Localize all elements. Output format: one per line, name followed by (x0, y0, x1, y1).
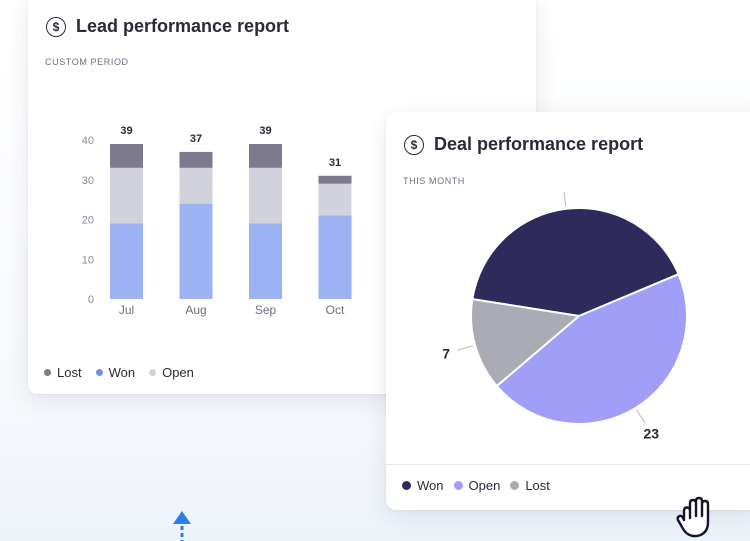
bar-segment-won (110, 223, 143, 299)
legend-label-open: Open (468, 478, 501, 493)
legend-swatch-won (95, 369, 103, 376)
bar-segment-won (249, 223, 282, 299)
pie-leader-line (636, 409, 646, 424)
legend-item-lost: Lost (510, 478, 550, 493)
y-tick-label: 40 (82, 135, 94, 147)
pie-value-label: 23 (643, 426, 659, 442)
x-tick-label: Jul (119, 303, 134, 317)
deal-pie-chart: 21237 (442, 192, 688, 442)
legend-item-won: Won (95, 365, 136, 380)
x-tick-label: Aug (185, 303, 206, 317)
deal-card-subtitle: THIS MONTH (403, 176, 465, 186)
y-tick-label: 0 (88, 294, 94, 306)
legend-swatch-open (453, 481, 463, 490)
legend-label-lost: Lost (525, 478, 550, 493)
y-tick-label: 30 (82, 175, 94, 187)
legend-label-won: Won (417, 478, 444, 493)
hand-cursor-icon (676, 496, 710, 538)
x-tick-label: Oct (326, 303, 345, 317)
bar-segment-won (179, 203, 213, 299)
legend-swatch-lost (44, 369, 51, 376)
bar-segment-open (318, 183, 352, 216)
legend-item-won: Won (402, 478, 444, 493)
y-tick-label: 10 (82, 254, 94, 266)
dollar-icon: $ (404, 134, 424, 155)
y-tick-label: 20 (82, 215, 94, 227)
legend-item-lost: Lost (44, 365, 82, 380)
bar-segment-won (318, 215, 352, 299)
up-arrow-icon (173, 511, 191, 541)
legend-swatch-open (149, 369, 157, 376)
legend-label-lost: Lost (57, 365, 82, 380)
bar-segment-lost (318, 175, 352, 184)
bar-total-label: 31 (329, 157, 341, 169)
bar-segment-open (179, 167, 213, 204)
bar-total-label: 37 (190, 133, 202, 145)
legend-swatch-lost (510, 481, 520, 490)
legend-item-open: Open (453, 478, 501, 493)
deal-chart-legend: Won Open Lost (402, 478, 550, 493)
legend-swatch-won (402, 481, 411, 490)
bar-segment-open (110, 167, 143, 224)
deal-performance-card: $ Deal performance report THIS MONTH 212… (386, 112, 750, 510)
bar-segment-lost (179, 151, 213, 168)
pie-value-label: 7 (442, 345, 450, 361)
legend-label-won: Won (108, 365, 136, 380)
deal-card-header: $ Deal performance report (404, 134, 643, 155)
lead-chart-legend: Lost Won Open (44, 365, 194, 380)
bar-segment-open (249, 167, 282, 224)
bar-total-label: 39 (120, 125, 132, 137)
legend-item-open: Open (149, 365, 194, 380)
bar-total-label: 39 (259, 125, 271, 137)
bar-segment-lost (110, 143, 143, 168)
bar-segment-lost (249, 143, 282, 168)
pie-leader-line (457, 345, 474, 351)
legend-divider (386, 464, 750, 465)
legend-label-open: Open (162, 365, 194, 380)
pie-leader-line (563, 192, 567, 207)
deal-card-title: Deal performance report (434, 134, 644, 154)
x-tick-label: Sep (255, 303, 277, 317)
